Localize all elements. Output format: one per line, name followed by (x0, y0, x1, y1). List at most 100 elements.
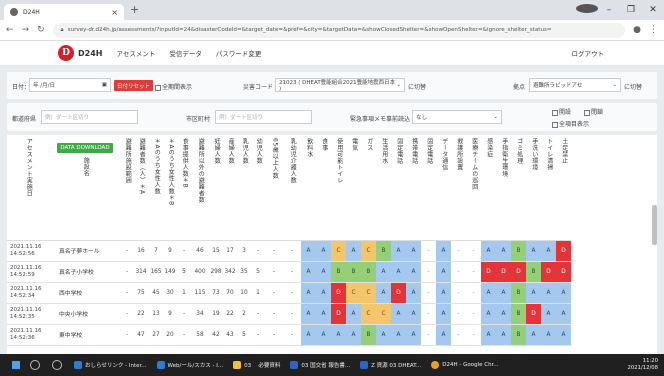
taskbar-item-0[interactable]: おしらせリンク - Inter... (74, 361, 147, 369)
table-row[interactable]: 2021.11.16 14:52:56 真名子夢ホール -16 7 9-46 15 17 3- -… (7, 240, 571, 262)
data-download-button[interactable]: DATA DOWNLOAD (57, 143, 113, 153)
minimize-icon[interactable]: – (598, 5, 620, 15)
grade-cell: A (481, 303, 496, 325)
count-cell: 149 (163, 261, 177, 283)
row-facility-name[interactable]: 東中学校 (49, 324, 121, 346)
taskbar-item-2[interactable]: 03 必要資料 (233, 361, 280, 369)
nav-received-data[interactable]: 受信データ (169, 48, 202, 58)
count-cell: 22 (223, 303, 237, 325)
checkbox-icon[interactable] (155, 84, 161, 91)
logout-link[interactable]: ログアウト (572, 48, 605, 58)
scrollbar[interactable] (652, 205, 657, 245)
grade-cell: A (376, 324, 391, 346)
count-cell: 73 (209, 282, 223, 304)
date-input[interactable]: 年 /月/日 ▣ (29, 78, 111, 92)
grade-cell: A (541, 240, 556, 262)
header-count-6: 妊婦人数 (209, 135, 223, 241)
prefecture-label: 都道府県 (12, 116, 37, 123)
open-checkbox[interactable]: 開設 (552, 107, 571, 116)
count-cell: - (283, 261, 301, 283)
forward-icon[interactable]: → (22, 25, 30, 35)
task-view-icon[interactable] (52, 360, 62, 370)
back-icon[interactable]: ← (6, 25, 14, 35)
show-all-period[interactable]: 全期間表示 (155, 82, 192, 91)
globe-icon (10, 8, 18, 16)
all-items-checkbox[interactable]: 全項目表示 (552, 119, 589, 128)
grade-cell: A (346, 303, 361, 325)
grade-cell: B (511, 240, 526, 262)
count-cell: - (283, 240, 301, 262)
table-row[interactable]: 2021.11.16 14:52:59 真名子小学校 -314 165 149 5 400 29… (7, 261, 571, 283)
row-facility-name[interactable]: 真名子夢ホール (49, 240, 121, 262)
chevron-down-icon: ⌄ (396, 82, 401, 88)
count-cell: 17 (223, 240, 237, 262)
checkbox-icon[interactable] (552, 109, 558, 116)
edge-icon (156, 361, 165, 369)
grade-cell: B (361, 324, 376, 346)
disaster-code-select[interactable]: 21023 ( DHEAT豊能組合2021豊能地震西日本 ) ⌄ (275, 78, 405, 92)
windows-start-icon[interactable] (12, 361, 20, 369)
close-tab-icon[interactable]: × (111, 8, 118, 17)
count-cell: 58 (191, 324, 209, 346)
grade-cell: A (406, 240, 421, 262)
city-input[interactable]: 例）ダ一ト区切り (215, 110, 312, 124)
search-icon[interactable] (30, 360, 40, 370)
row-facility-name[interactable]: 真名子小学校 (49, 261, 121, 283)
count-cell: 46 (191, 240, 209, 262)
row-facility-name[interactable]: 西中学校 (49, 282, 121, 304)
closed-checkbox[interactable]: 閉鎖 (584, 107, 603, 116)
header-date: アセスメント実施日 (7, 135, 49, 241)
city-label: 市区町村 (186, 116, 211, 123)
memo-label: 緊急事項メモ事前読込 (350, 116, 411, 123)
taskbar-item-5[interactable]: D24H - Google Chr... (431, 361, 499, 369)
address-bar: ← → ↻ 🔒︎ survey-dr.d24h.jp/assessments/?… (0, 20, 664, 41)
grade-cell: A (301, 240, 316, 262)
shelter-switch-label[interactable]: に切替 (624, 82, 642, 91)
table-row[interactable]: 2021.11.16 14:52:36 東中学校 -47 27 20-58 42 43 5- - -… (7, 324, 571, 346)
grade-cell: A (526, 240, 541, 262)
header-count-3: ＊Aのうち女性人数＊B (163, 135, 177, 241)
count-cell: - (283, 303, 301, 325)
date-reset-button[interactable]: 日付リセット (114, 80, 154, 91)
count-cell: 1 (177, 282, 191, 304)
header-count-5: 避難所以外の避難者数 (191, 135, 209, 241)
count-cell: 47 (133, 324, 149, 346)
checkbox-icon[interactable] (584, 109, 590, 116)
count-cell: 75 (133, 282, 149, 304)
nav-password-change[interactable]: パスワード変更 (216, 48, 262, 58)
nav-assessment[interactable]: アセスメント (116, 48, 155, 58)
taskbar-item-4[interactable]: Z 資源 03 DHEAT... (360, 361, 421, 369)
count-cell: - (121, 303, 133, 325)
avatar-icon[interactable]: ● (633, 25, 641, 35)
count-cell: 165 (149, 261, 163, 283)
reload-icon[interactable]: ↻ (37, 25, 45, 35)
header-count-9: 幼児人数 (251, 135, 265, 241)
disaster-code-label: 災害コード (243, 84, 274, 91)
grade-cell: - (421, 324, 436, 346)
close-window-icon[interactable]: ✕ (642, 5, 664, 15)
row-facility-name[interactable]: 中央小学校 (49, 303, 121, 325)
grade-cell: A (391, 324, 406, 346)
header-grade-17: 土足禁止 (556, 135, 571, 241)
count-cell: - (121, 261, 133, 283)
taskbar-item-3[interactable]: 03 国交省 報告書... (290, 361, 350, 369)
profile-icon[interactable] (576, 4, 598, 16)
taskbar-item-1[interactable]: Web/ール/スカス - I... (156, 361, 223, 369)
count-cell: 16 (133, 240, 149, 262)
count-cell: 22 (133, 303, 149, 325)
new-tab-icon[interactable]: + (130, 3, 139, 16)
browser-tab[interactable]: D24H × (4, 4, 124, 20)
shelter-select[interactable]: 避難所ラピッドアセ ⌄ (529, 78, 621, 92)
memo-select[interactable]: なし ⌄ (412, 110, 502, 124)
table-row[interactable]: 2021.11.16 14:52:35 中央小学校 -22 13 9-34 19 22 2- - -… (7, 303, 571, 325)
header-grade-5: 生活用水 (376, 135, 391, 241)
table-row[interactable]: 2021.11.16 14:52:34 西中学校 -75 45 30 1 115 73 70 10 1… (7, 282, 571, 304)
prefecture-input[interactable]: 例）ダ一ト区切り (41, 110, 138, 124)
grade-cell: - (421, 303, 436, 325)
url-field[interactable]: 🔒︎ survey-dr.d24h.jp/assessments/?inputI… (52, 22, 626, 38)
menu-icon[interactable]: ⋮ (649, 25, 658, 35)
switch-label[interactable]: に切替 (408, 82, 426, 91)
checkbox-icon[interactable] (552, 121, 558, 128)
header-grade-11: 医療チームの巡回 (466, 135, 481, 241)
maximize-icon[interactable]: ❐ (620, 5, 642, 15)
